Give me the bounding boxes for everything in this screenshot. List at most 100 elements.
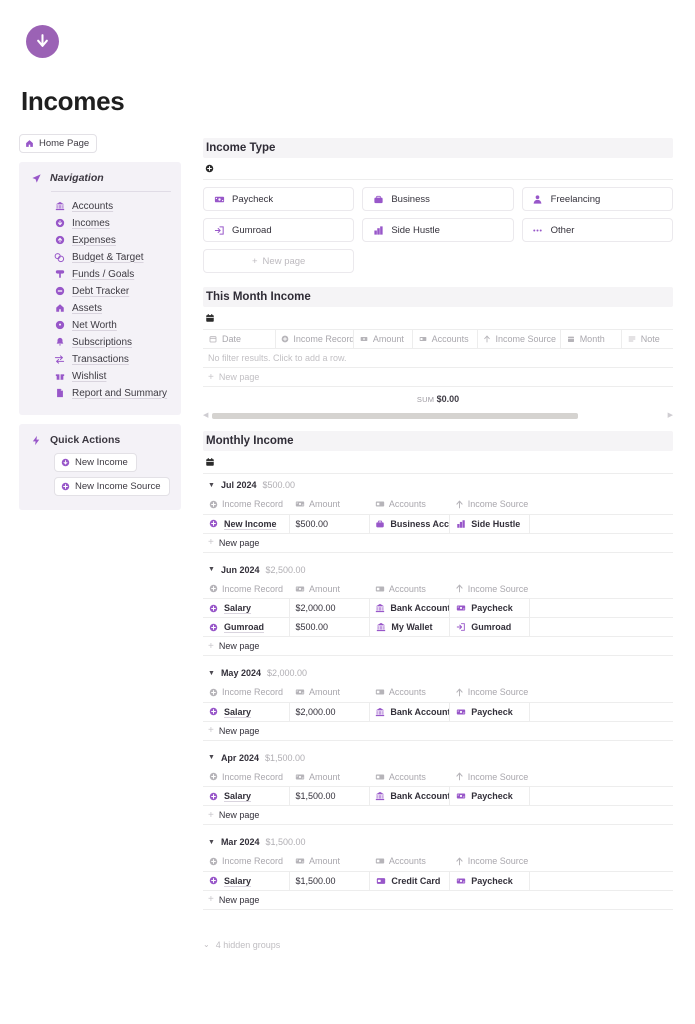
column-header-note[interactable]: Note [621, 329, 673, 349]
new-page-row[interactable]: + New page [203, 533, 673, 553]
sidebar-item-debt-tracker[interactable]: Debt Tracker [54, 283, 171, 299]
income-type-card-paycheck[interactable]: Paycheck [203, 187, 355, 211]
collapse-caret-icon[interactable]: ▼ [208, 566, 215, 573]
cell-amount[interactable]: $2,000.00 [289, 702, 371, 722]
cell-spacer[interactable] [529, 617, 673, 637]
sidebar-item-funds-goals[interactable]: Funds / Goals [54, 266, 171, 282]
calendar-icon[interactable] [205, 313, 215, 323]
column-header-income-source[interactable]: Income Source [449, 495, 530, 515]
column-header-accounts[interactable]: Accounts [369, 852, 450, 872]
column-header-accounts[interactable]: Accounts [369, 767, 450, 787]
table-row[interactable]: Salary $1,500.00 Bank Account Paycheck [203, 786, 673, 806]
scrollbar-track[interactable] [212, 412, 663, 419]
cell-income-source[interactable]: Gumroad [449, 617, 531, 637]
group-header[interactable]: ▼ Mar 2024 $1,500.00 [203, 837, 673, 852]
new-income-source-button[interactable]: New Income Source [54, 477, 170, 496]
cell-accounts[interactable]: Bank Account [369, 598, 451, 618]
cell-income-source[interactable]: Paycheck [449, 598, 531, 618]
sidebar-item-wishlist[interactable]: Wishlist [54, 368, 171, 384]
column-header-income-source[interactable]: Income Source [449, 767, 530, 787]
cell-amount[interactable]: $2,000.00 [289, 598, 371, 618]
column-header-amount[interactable]: Amount [289, 767, 370, 787]
cell-accounts[interactable]: Business Account [369, 514, 451, 534]
cell-amount[interactable]: $500.00 [289, 617, 371, 637]
column-header-amount[interactable]: Amount [353, 329, 413, 349]
sidebar-item-budget-target[interactable]: Budget & Target [54, 249, 171, 265]
hidden-groups-toggle[interactable]: ⌄ 4 hidden groups [203, 940, 673, 950]
column-header-income-record[interactable]: Income Record [275, 329, 354, 349]
table-row[interactable]: Salary $2,000.00 Bank Account Paycheck [203, 702, 673, 722]
cell-income-source[interactable]: Paycheck [449, 871, 531, 891]
cell-accounts[interactable]: Bank Account [369, 702, 451, 722]
collapse-caret-icon[interactable]: ▼ [208, 754, 215, 761]
column-header-income-source[interactable]: Income Source [449, 683, 530, 703]
cell-amount[interactable]: $1,500.00 [289, 871, 371, 891]
column-header-amount[interactable]: Amount [289, 579, 370, 599]
new-page-row[interactable]: + New page [203, 890, 673, 910]
sidebar-item-assets[interactable]: Assets [54, 300, 171, 316]
income-type-card-freelancing[interactable]: Freelancing [521, 187, 673, 211]
cell-income-record[interactable]: Salary [203, 702, 291, 722]
column-header-income-source[interactable]: Income Source [449, 852, 530, 872]
sidebar-item-net-worth[interactable]: Net Worth [54, 317, 171, 333]
column-header-income-source[interactable]: Income Source [449, 579, 530, 599]
column-header-income-source[interactable]: Income Source [477, 329, 561, 349]
column-header-amount[interactable]: Amount [289, 683, 370, 703]
table-row[interactable]: New Income $500.00 Business Account Side… [203, 514, 673, 534]
cell-spacer[interactable] [529, 786, 673, 806]
group-header[interactable]: ▼ May 2024 $2,000.00 [203, 668, 673, 683]
cell-amount[interactable]: $1,500.00 [289, 786, 371, 806]
cell-income-record[interactable]: New Income [203, 514, 291, 534]
cell-income-record[interactable]: Gumroad [203, 617, 291, 637]
column-header-amount[interactable]: Amount [289, 495, 370, 515]
chevron-right-icon[interactable]: ▶ [668, 412, 673, 419]
new-page-row[interactable]: + New page [203, 367, 673, 387]
sidebar-item-expenses[interactable]: Expenses [54, 232, 171, 248]
cell-accounts[interactable]: My Wallet [369, 617, 451, 637]
home-page-button[interactable]: Home Page [19, 134, 98, 153]
column-header-amount[interactable]: Amount [289, 852, 370, 872]
cell-spacer[interactable] [529, 598, 673, 618]
column-header-income-record[interactable]: Income Record [203, 579, 290, 599]
column-header-accounts[interactable]: Accounts [369, 579, 450, 599]
income-type-new-page-button[interactable]: + New page [203, 249, 355, 273]
cell-spacer[interactable] [529, 702, 673, 722]
table-row[interactable]: Salary $2,000.00 Bank Account Paycheck [203, 598, 673, 618]
chevron-left-icon[interactable]: ◀ [203, 412, 208, 419]
table-row[interactable]: Salary $1,500.00 Credit Card Paycheck [203, 871, 673, 891]
group-header[interactable]: ▼ Apr 2024 $1,500.00 [203, 753, 673, 768]
empty-state-row[interactable]: No filter results. Click to add a row. [203, 348, 673, 368]
column-header-income-record[interactable]: Income Record [203, 852, 290, 872]
cell-income-source[interactable]: Paycheck [449, 786, 531, 806]
sidebar-item-subscriptions[interactable]: Subscriptions [54, 334, 171, 350]
column-header-accounts[interactable]: Accounts [412, 329, 479, 349]
cell-spacer[interactable] [529, 514, 673, 534]
sidebar-item-incomes[interactable]: Incomes [54, 215, 171, 231]
cell-income-source[interactable]: Side Hustle [449, 514, 531, 534]
sidebar-item-report-and-summary[interactable]: Report and Summary [54, 385, 171, 401]
cell-accounts[interactable]: Credit Card [369, 871, 451, 891]
income-type-card-side-hustle[interactable]: Side Hustle [362, 218, 514, 242]
column-header-accounts[interactable]: Accounts [369, 495, 450, 515]
column-header-month[interactable]: Month [560, 329, 622, 349]
group-header[interactable]: ▼ Jul 2024 $500.00 [203, 480, 673, 495]
collapse-caret-icon[interactable]: ▼ [208, 839, 215, 846]
collapse-caret-icon[interactable]: ▼ [208, 670, 215, 677]
column-header-income-record[interactable]: Income Record [203, 683, 290, 703]
cell-accounts[interactable]: Bank Account [369, 786, 451, 806]
new-page-row[interactable]: + New page [203, 805, 673, 825]
horizontal-scrollbar[interactable]: ◀ ▶ [203, 412, 673, 419]
sidebar-item-transactions[interactable]: Transactions [54, 351, 171, 367]
new-page-row[interactable]: + New page [203, 636, 673, 656]
column-header-income-record[interactable]: Income Record [203, 495, 290, 515]
scrollbar-thumb[interactable] [212, 412, 578, 419]
collapse-caret-icon[interactable]: ▼ [208, 482, 215, 489]
column-header-date[interactable]: Date [203, 329, 277, 349]
cell-amount[interactable]: $500.00 [289, 514, 371, 534]
new-income-button[interactable]: New Income [54, 453, 137, 472]
column-header-income-record[interactable]: Income Record [203, 767, 290, 787]
cell-income-record[interactable]: Salary [203, 786, 291, 806]
cell-income-source[interactable]: Paycheck [449, 702, 531, 722]
income-type-card-gumroad[interactable]: Gumroad [203, 218, 355, 242]
income-type-card-business[interactable]: Business [362, 187, 514, 211]
